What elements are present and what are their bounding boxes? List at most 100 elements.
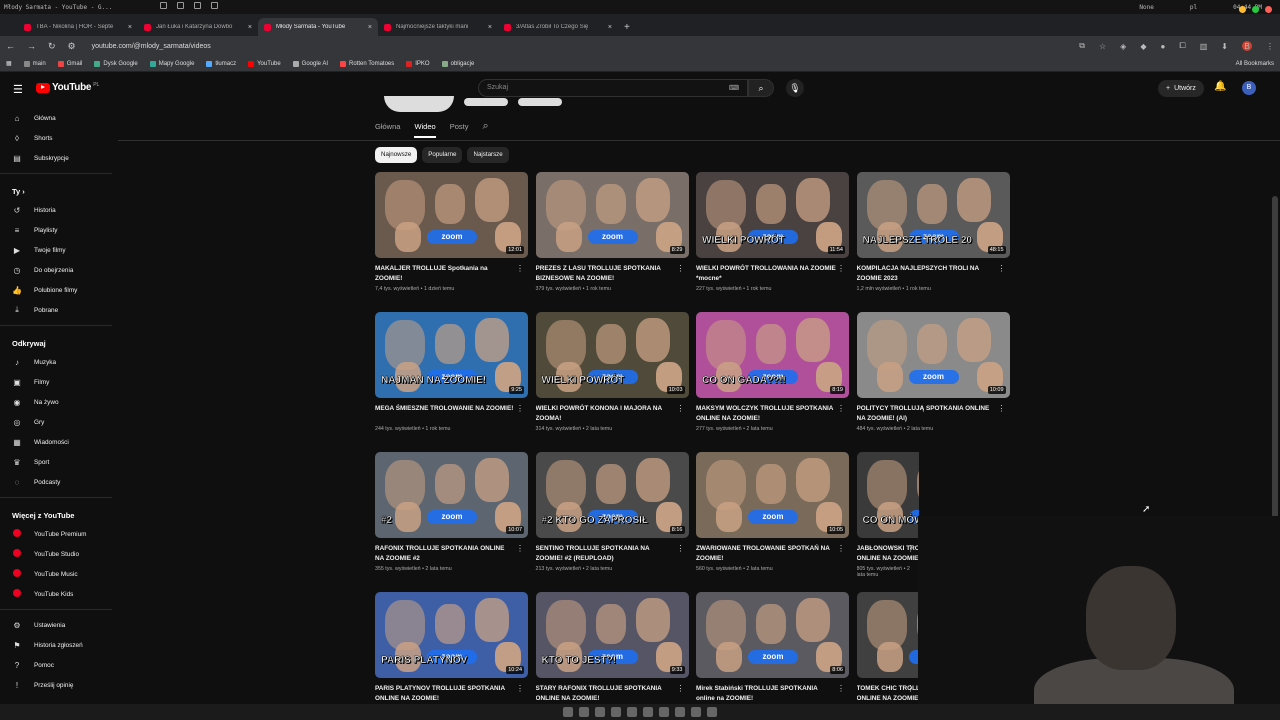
tab-videos[interactable]: Wideo — [414, 122, 436, 138]
video-card[interactable]: zoomCO ON MÓWI?!JABŁONOWSKI TROLLUJE SPO… — [856, 452, 919, 580]
all-bookmarks[interactable]: All Bookmarks — [1236, 61, 1274, 67]
sidebar-item[interactable]: ⌂ Główna — [0, 108, 118, 128]
browser-tab[interactable]: Najmocniejsze taktyki mani × — [378, 18, 498, 36]
dock-app-icon[interactable] — [707, 707, 717, 717]
video-thumbnail[interactable]: zoom #2 KTO GO ZAPROSIŁ 8:16 — [535, 452, 689, 538]
bookmark-item[interactable]: Google AI — [292, 60, 328, 67]
more-actions-icon[interactable]: ⋮ — [677, 684, 685, 693]
video-thumbnail[interactable]: zoom 10:09 — [856, 312, 1010, 398]
more-actions-icon[interactable]: ⋮ — [837, 264, 845, 273]
url-field[interactable]: youtube.com/@mlody_sarmata/videos — [92, 43, 211, 50]
sidebar-section-header[interactable]: Ty › — [0, 179, 118, 200]
install-icon[interactable]: ⧉ — [1079, 41, 1085, 51]
new-tab-icon[interactable]: + — [618, 22, 636, 36]
video-card[interactable]: zoom 10:05 ZWARIOWANE TROLOWANIE SPOTKAŃ N… — [696, 452, 849, 580]
more-actions-icon[interactable]: ⋮ — [516, 544, 524, 553]
more-actions-icon[interactable]: ⋮ — [516, 264, 524, 273]
tab-home[interactable]: Główna — [375, 122, 400, 138]
video-card[interactable]: zoomTOMEK CHIC TROLLUJE SPOTKANIA ONLINE… — [856, 592, 919, 720]
close-tab-icon[interactable]: × — [368, 24, 372, 31]
more-actions-icon[interactable]: ⋮ — [998, 264, 1006, 273]
dock-app-icon[interactable] — [691, 707, 701, 717]
sidebar-item[interactable]: ◌ Podcasty — [0, 472, 118, 492]
video-title[interactable]: PARIS PLATYNOV TROLLUJE SPOTKANIA ONLINE… — [375, 684, 515, 703]
create-button[interactable]: + Utwórz — [1158, 80, 1204, 97]
maximize-button[interactable] — [1252, 6, 1259, 13]
bookmark-item[interactable]: Rotten Tomatoes — [340, 60, 394, 67]
sidebar-item[interactable]: ! Prześlij opinię — [0, 675, 118, 695]
dock-app-icon[interactable] — [659, 707, 669, 717]
browser-tab[interactable]: Młody Sarmata - YouTube × — [258, 18, 378, 36]
video-card[interactable]: zoom NAJLEPSZE TROLE 20 48:15 KOMPILACJA NA… — [856, 172, 1010, 300]
channel-action-button[interactable] — [518, 98, 562, 106]
close-tab-icon[interactable]: × — [248, 24, 252, 31]
video-title[interactable]: WIELKI POWRÓT KONONA I MAJORA NA ZOOMA! — [536, 404, 676, 423]
bookmark-item[interactable]: IPKO — [406, 60, 430, 67]
video-card[interactable]: zoom #2 10:07 RAFONIX TROLLUJE SPOTKANIA ON… — [375, 452, 528, 580]
search-button[interactable]: ⌕ — [748, 79, 774, 97]
bookmark-item[interactable]: main — [23, 60, 46, 67]
more-actions-icon[interactable]: ⋮ — [837, 544, 845, 553]
video-title[interactable]: PREZES Z LASU TROLLUJE SPOTKANIA BIZNESO… — [536, 264, 676, 283]
video-thumbnail[interactable]: zoom WIELKI POWRÓT 11:54 — [696, 172, 849, 258]
extension-icon[interactable]: ◈ — [1120, 42, 1126, 51]
video-title[interactable]: KOMPILACJA NAJLEPSZYCH TROLI NA ZOOMIE 2… — [857, 264, 997, 283]
sidebar-item[interactable]: ♪ Muzyka — [0, 352, 118, 372]
video-thumbnail[interactable]: zoom 8:29 — [535, 172, 689, 258]
more-actions-icon[interactable]: ⋮ — [677, 544, 685, 553]
dock-app-icon[interactable] — [675, 707, 685, 717]
video-thumbnail[interactable]: zoom KTO TO JEST?! 9:33 — [535, 592, 689, 678]
video-thumbnail[interactable]: zoom — [856, 592, 919, 678]
video-card[interactable]: zoom KTO TO JEST?! 9:33 STARY RAFONIX TROLL… — [535, 592, 689, 720]
menu-hamburger-icon[interactable]: ☰ — [13, 83, 23, 96]
more-actions-icon[interactable]: ⋮ — [998, 404, 1006, 413]
more-actions-icon[interactable]: ⋮ — [677, 264, 685, 273]
browser-tab[interactable]: 3/Atlas Zrobił To Czego Się × — [498, 18, 618, 36]
sidebar-section-header[interactable]: Odkrywaj — [0, 331, 118, 352]
tab-posts[interactable]: Posty — [450, 122, 469, 138]
dock-app-icon[interactable] — [595, 707, 605, 717]
video-title[interactable]: POLITYCY TROLLUJĄ SPOTKANIA ONLINE NA ZO… — [857, 404, 997, 423]
video-thumbnail[interactable]: zoomCO ON MÓWI?! — [856, 452, 919, 538]
close-tab-icon[interactable]: × — [128, 24, 132, 31]
video-thumbnail[interactable]: zoom 12:01 — [375, 172, 528, 258]
more-actions-icon[interactable]: ⋮ — [907, 544, 915, 553]
extension-icon[interactable]: ◆ — [1140, 42, 1146, 51]
video-title[interactable]: MAKALJER TROLLUJE Spotkania na ZOOMIE! — [375, 264, 515, 283]
sidebar-item[interactable]: ? Pomoc — [0, 655, 118, 675]
downloads-icon[interactable]: ⬇ — [1221, 42, 1228, 51]
sort-chip[interactable]: Najnowsze — [375, 147, 418, 163]
bookmark-item[interactable]: YouTube — [248, 60, 281, 67]
sidebar-item[interactable]: ≡ Playlisty — [0, 220, 118, 240]
sidebar-item[interactable]: ⚑ Historia zgłoszeń — [0, 635, 118, 655]
more-actions-icon[interactable]: ⋮ — [516, 404, 524, 413]
video-thumbnail[interactable]: zoom PARIS PLATYNOV 10:24 — [375, 592, 528, 678]
video-card[interactable]: zoom #2 KTO GO ZAPROSIŁ 8:16 SENTINO TROLLU… — [535, 452, 689, 580]
sidebar-item[interactable]: YouTube Studio — [0, 544, 118, 564]
video-thumbnail[interactable]: zoom WIELKI POWRÓT 10:03 — [535, 312, 689, 398]
sort-chip[interactable]: Popularne — [422, 147, 463, 163]
close-window-button[interactable] — [1265, 6, 1272, 13]
channel-search-icon[interactable]: ⌕ — [482, 120, 488, 140]
bookmark-star-icon[interactable]: ☆ — [1099, 42, 1106, 51]
video-card[interactable]: zoom 10:09 POLITYCY TROLLUJĄ SPOTKANIA ONL… — [856, 312, 1010, 440]
bookmark-item[interactable]: Gmail — [57, 60, 82, 67]
bookmark-item[interactable]: tłumacz — [206, 60, 236, 67]
sidepanel-icon[interactable]: ▥ — [1200, 42, 1208, 51]
sidebar-item[interactable]: ▤ Subskrypcje — [0, 148, 118, 168]
extension-icon[interactable]: ● — [1160, 42, 1165, 51]
sidebar-item[interactable]: ▦ Wiadomości — [0, 432, 118, 452]
more-actions-icon[interactable]: ⋮ — [907, 684, 915, 693]
sidebar-item[interactable]: ▶ Twoje filmy — [0, 240, 118, 260]
video-card[interactable]: zoom 8:29 PREZES Z LASU TROLLUJE SPOTKANIA… — [535, 172, 689, 300]
video-thumbnail[interactable]: zoom 10:05 — [696, 452, 849, 538]
video-title[interactable]: SENTINO TROLLUJE SPOTKANIA NA ZOOMIE! #2… — [536, 544, 676, 563]
video-thumbnail[interactable]: zoom CO ON GADA??!! 8:19 — [696, 312, 849, 398]
bookmark-item[interactable]: Mapy Google — [149, 60, 194, 67]
close-tab-icon[interactable]: × — [488, 24, 492, 31]
sidebar-item[interactable]: ⤓ Pobrane — [0, 300, 118, 320]
voice-search-button[interactable]: 🎙 — [786, 79, 804, 97]
sidebar-item[interactable]: ◷ Do obejrzenia — [0, 260, 118, 280]
dock-app-icon[interactable] — [611, 707, 621, 717]
video-card[interactable]: zoom CO ON GADA??!! 8:19 MAKSYM WOLCZYK TRO… — [696, 312, 849, 440]
